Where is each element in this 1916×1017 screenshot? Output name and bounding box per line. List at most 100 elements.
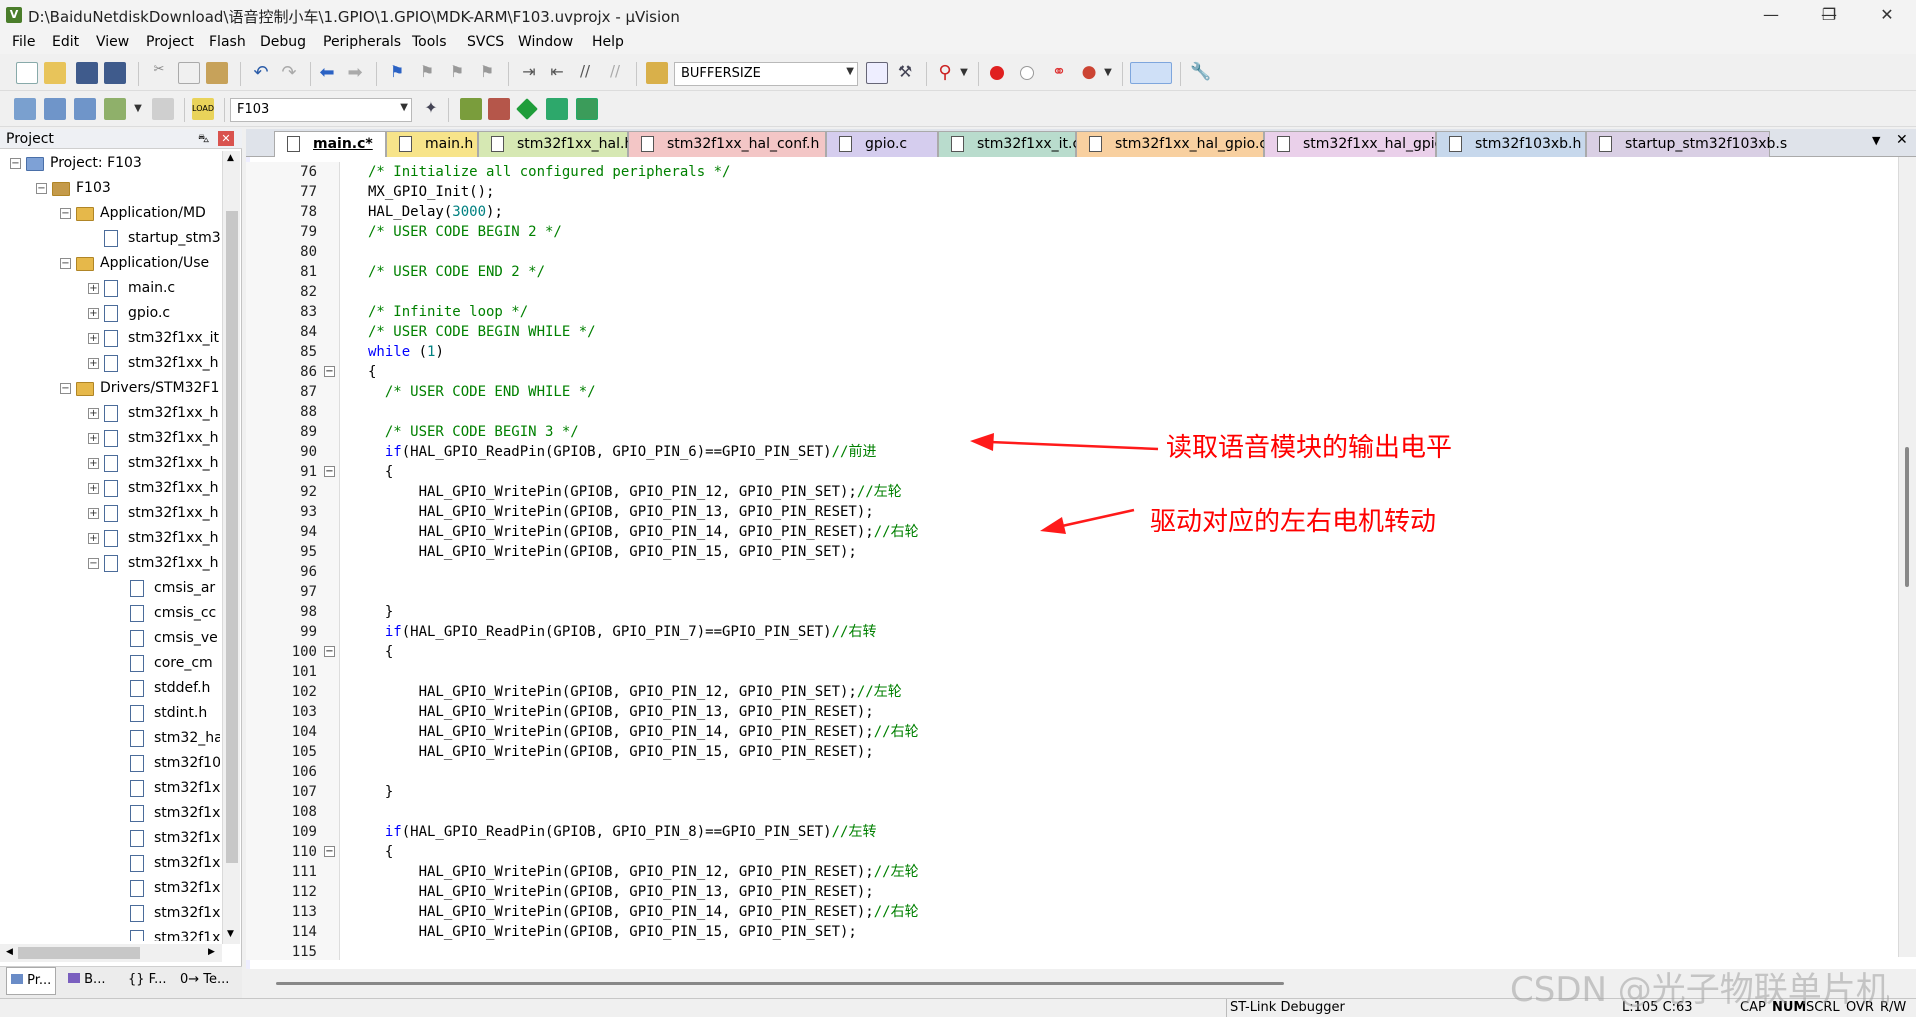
code-line[interactable]: HAL_GPIO_WritePin(GPIOB, GPIO_PIN_13, GP… (368, 882, 874, 902)
batch-build-icon[interactable] (104, 98, 126, 120)
stop-build-icon[interactable] (152, 98, 174, 120)
find-icon[interactable] (866, 62, 888, 84)
code-line[interactable]: } (368, 782, 393, 802)
tree-item[interactable]: cmsis_ve (0, 626, 220, 651)
tree-item[interactable]: stm32f1x (0, 926, 220, 941)
breakpoint-icon[interactable] (990, 66, 1004, 80)
tree-item[interactable]: stddef.h (0, 676, 220, 701)
pin-icon[interactable]: ⛍ (198, 132, 209, 147)
next-bookmark-icon[interactable]: ⚑ (446, 62, 468, 84)
incremental-find-icon[interactable]: ⚒ (894, 62, 916, 84)
tab-startup-stm32f103xb-s[interactable]: startup_stm32f103xb.s (1586, 131, 1787, 157)
code-line[interactable]: HAL_GPIO_WritePin(GPIOB, GPIO_PIN_12, GP… (368, 482, 902, 502)
cut-icon[interactable]: ✂ (148, 62, 170, 84)
build-icon[interactable] (44, 98, 66, 120)
code-line[interactable]: while (1) (368, 342, 444, 362)
chevron-down-icon[interactable]: ▼ (958, 62, 970, 84)
enable-breakpoint-icon[interactable] (1020, 66, 1034, 80)
start-debug-icon[interactable]: ⚲ (934, 62, 956, 84)
expand-icon[interactable]: + (88, 333, 99, 344)
tree-item[interactable]: − F103 (0, 176, 220, 201)
code-line[interactable]: /* Infinite loop */ (368, 302, 528, 322)
kill-breakpoints-icon[interactable]: ● (1078, 62, 1100, 84)
tree-item[interactable]: cmsis_cc (0, 601, 220, 626)
tree-item[interactable]: startup_stm3 (0, 226, 220, 251)
minimize-button[interactable]: — (1748, 0, 1794, 30)
tree-hscrollbar[interactable]: ◀ ▶ (0, 944, 222, 962)
tree-scrollbar[interactable]: ▲ ▼ (222, 151, 240, 944)
menu-tools[interactable]: Tools (412, 34, 447, 50)
close-button[interactable]: ✕ (1864, 0, 1910, 30)
code-line[interactable]: HAL_GPIO_WritePin(GPIOB, GPIO_PIN_14, GP… (368, 522, 919, 542)
tree-item[interactable]: core_cm (0, 651, 220, 676)
manage-components-icon[interactable] (460, 98, 482, 120)
tree-item[interactable]: − stm32f1xx_h (0, 551, 220, 576)
tree-item[interactable]: + main.c (0, 276, 220, 301)
tree-item[interactable]: stm32f1x (0, 851, 220, 876)
tab-stm32f1xx-it-c[interactable]: stm32f1xx_it.c (938, 131, 1080, 157)
code-line[interactable]: HAL_GPIO_WritePin(GPIOB, GPIO_PIN_12, GP… (368, 862, 919, 882)
scrollbar-thumb[interactable] (226, 211, 238, 863)
code-area[interactable]: /* Initialize all configured peripherals… (246, 162, 1896, 960)
tree-item[interactable]: stm32f1x (0, 801, 220, 826)
clear-bookmarks-icon[interactable]: ⚑ (476, 62, 498, 84)
editor-hscrollbar-thumb[interactable] (276, 982, 1284, 985)
tree-item[interactable]: − Application/Use (0, 251, 220, 276)
collapse-icon[interactable]: − (60, 383, 71, 394)
tree-item[interactable]: stdint.h (0, 701, 220, 726)
tree-item[interactable]: + stm32f1xx_h (0, 526, 220, 551)
chevron-down-icon[interactable]: ▼ (132, 98, 144, 120)
code-line[interactable]: HAL_GPIO_WritePin(GPIOB, GPIO_PIN_13, GP… (368, 502, 874, 522)
expand-icon[interactable]: + (88, 358, 99, 369)
code-line[interactable]: /* USER CODE BEGIN WHILE */ (368, 322, 596, 342)
expand-icon[interactable]: + (88, 458, 99, 469)
paste-icon[interactable] (206, 62, 228, 84)
window-layout-icon[interactable] (1130, 62, 1172, 84)
expand-icon[interactable]: + (88, 508, 99, 519)
menu-help[interactable]: Help (592, 34, 624, 50)
tree-item[interactable]: − Project: F103 (0, 151, 220, 176)
tree-item[interactable]: − Drivers/STM32F1 (0, 376, 220, 401)
tree-item[interactable]: + stm32f1xx_h (0, 401, 220, 426)
code-line[interactable]: /* USER CODE BEGIN 3 */ (368, 422, 579, 442)
code-line[interactable]: HAL_GPIO_WritePin(GPIOB, GPIO_PIN_15, GP… (368, 742, 874, 762)
code-line[interactable]: HAL_GPIO_WritePin(GPIOB, GPIO_PIN_15, GP… (368, 922, 857, 942)
code-line[interactable]: { (368, 642, 393, 662)
tab-books[interactable]: B... (64, 967, 109, 995)
find-in-files-icon[interactable] (646, 62, 668, 84)
tree-item[interactable]: + gpio.c (0, 301, 220, 326)
tree-item[interactable]: − Application/MD (0, 201, 220, 226)
hscrollbar-thumb[interactable] (18, 947, 140, 959)
tab-templates[interactable]: 0→ Te... (176, 967, 233, 995)
translate-icon[interactable] (14, 98, 36, 120)
code-line[interactable]: HAL_GPIO_WritePin(GPIOB, GPIO_PIN_14, GP… (368, 722, 919, 742)
menu-window[interactable]: Window (518, 34, 573, 50)
code-line[interactable]: if(HAL_GPIO_ReadPin(GPIOB, GPIO_PIN_8)==… (368, 822, 877, 842)
menu-file[interactable]: File (12, 34, 35, 50)
tab-stm32f1xx-hal-conf-h[interactable]: stm32f1xx_hal_conf.h (628, 131, 826, 157)
code-line[interactable]: /* Initialize all configured peripherals… (368, 162, 730, 182)
code-line[interactable]: } (368, 602, 393, 622)
tab-main-h[interactable]: main.h (386, 131, 478, 157)
tab-stm32f1xx-hal-h[interactable]: stm32f1xx_hal.h (478, 131, 633, 157)
scroll-down-icon[interactable]: ▼ (227, 929, 234, 939)
tree-item[interactable]: + stm32f1xx_h (0, 501, 220, 526)
collapse-icon[interactable]: − (60, 258, 71, 269)
menu-flash[interactable]: Flash (209, 34, 246, 50)
expand-icon[interactable]: + (88, 308, 99, 319)
tree-item[interactable]: + stm32f1xx_it (0, 326, 220, 351)
code-line[interactable]: if(HAL_GPIO_ReadPin(GPIOB, GPIO_PIN_6)==… (368, 442, 877, 462)
expand-icon[interactable]: + (88, 433, 99, 444)
scroll-right-icon[interactable]: ▶ (208, 947, 215, 957)
tree-item[interactable]: + stm32f1xx_h (0, 451, 220, 476)
pack-installer-icon[interactable] (576, 98, 598, 120)
tree-item[interactable]: stm32f10 (0, 751, 220, 776)
tree-item[interactable]: cmsis_ar (0, 576, 220, 601)
tree-item[interactable]: stm32_ha (0, 726, 220, 751)
tab-main-c-[interactable]: main.c* (274, 131, 386, 157)
new-file-icon[interactable] (16, 62, 38, 84)
tab-list-chevron-icon[interactable]: ▼ (1872, 134, 1880, 147)
tab-functions[interactable]: {} F... (124, 967, 170, 995)
code-line[interactable]: { (368, 842, 393, 862)
menu-edit[interactable]: Edit (52, 34, 79, 50)
